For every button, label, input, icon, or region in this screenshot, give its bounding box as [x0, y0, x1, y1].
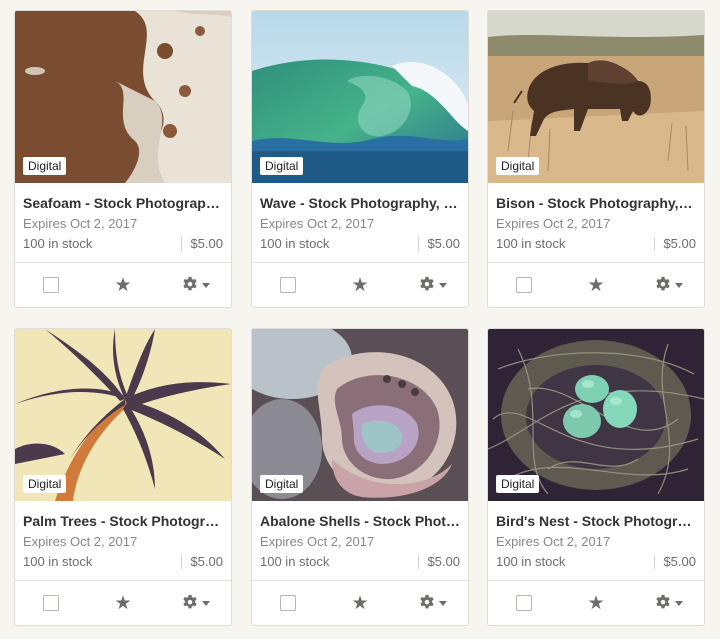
settings-menu-button[interactable]: [159, 594, 231, 612]
listing-price: $5.00: [181, 237, 223, 251]
listing-expiry: Expires Oct 2, 2017: [496, 534, 611, 549]
listing-stock: 100 in stock: [496, 554, 566, 569]
listing-price: $5.00: [654, 555, 696, 569]
listing-card[interactable]: Digital Abalone Shells - Stock Photograp…: [251, 328, 469, 626]
star-icon[interactable]: ★: [114, 276, 131, 295]
listing-card[interactable]: Digital Palm Trees - Stock Photography, …: [14, 328, 232, 626]
listing-image-wave[interactable]: Digital: [252, 11, 468, 183]
listing-stock: 100 in stock: [260, 554, 330, 569]
listing-title[interactable]: Bison - Stock Photography, Digital: [496, 195, 696, 211]
star-icon[interactable]: ★: [351, 276, 368, 295]
listing-card[interactable]: Digital Bison - Stock Photography, Digit…: [487, 10, 705, 308]
caret-down-icon: [201, 282, 210, 288]
listing-type-badge: Digital: [496, 157, 540, 175]
listing-image-abalone-shells[interactable]: Digital: [252, 329, 468, 501]
checkbox-icon[interactable]: [43, 595, 59, 611]
star-icon[interactable]: ★: [587, 594, 604, 613]
listing-title[interactable]: Bird's Nest - Stock Photography, Digital: [496, 513, 696, 529]
star-icon[interactable]: ★: [351, 594, 368, 613]
listing-expiry: Expires Oct 2, 2017: [260, 534, 375, 549]
listing-title[interactable]: Palm Trees - Stock Photography, Digital: [23, 513, 223, 529]
gear-icon: [182, 594, 197, 609]
listing-expiry: Expires Oct 2, 2017: [23, 534, 138, 549]
listing-type-badge: Digital: [23, 157, 67, 175]
listing-stock: 100 in stock: [496, 236, 566, 251]
checkbox-icon[interactable]: [516, 277, 532, 293]
gear-icon: [655, 276, 670, 291]
listing-image-birds-nest[interactable]: Digital: [488, 329, 704, 501]
gear-icon: [655, 594, 670, 609]
caret-down-icon: [201, 600, 210, 606]
checkbox-icon[interactable]: [280, 595, 296, 611]
listing-type-badge: Digital: [496, 475, 540, 493]
listing-type-badge: Digital: [260, 157, 304, 175]
settings-menu-button[interactable]: [396, 594, 468, 612]
settings-menu-button[interactable]: [159, 276, 231, 294]
caret-down-icon: [674, 600, 683, 606]
listing-image-palm-trees[interactable]: Digital: [15, 329, 231, 501]
checkbox-icon[interactable]: [516, 595, 532, 611]
checkbox-icon[interactable]: [280, 277, 296, 293]
caret-down-icon: [438, 600, 447, 606]
settings-menu-button[interactable]: [396, 276, 468, 294]
caret-down-icon: [674, 282, 683, 288]
listing-expiry: Expires Oct 2, 2017: [260, 216, 375, 231]
checkbox-icon[interactable]: [43, 277, 59, 293]
listing-price: $5.00: [654, 237, 696, 251]
listing-card[interactable]: Digital Seafoam - Stock Photography, Dig…: [14, 10, 232, 308]
listing-image-seafoam[interactable]: Digital: [15, 11, 231, 183]
star-icon[interactable]: ★: [114, 594, 131, 613]
listing-price: $5.00: [418, 237, 460, 251]
listing-expiry: Expires Oct 2, 2017: [496, 216, 611, 231]
listing-title[interactable]: Seafoam - Stock Photography, Digital: [23, 195, 223, 211]
listing-card[interactable]: Digital Wave - Stock Photography, Digita…: [251, 10, 469, 308]
settings-menu-button[interactable]: [632, 276, 704, 294]
gear-icon: [419, 276, 434, 291]
listing-type-badge: Digital: [260, 475, 304, 493]
gear-icon: [182, 276, 197, 291]
listing-stock: 100 in stock: [23, 554, 93, 569]
listing-card[interactable]: Digital Bird's Nest - Stock Photography,…: [487, 328, 705, 626]
listing-price: $5.00: [418, 555, 460, 569]
listing-title[interactable]: Wave - Stock Photography, Digital: [260, 195, 460, 211]
listing-stock: 100 in stock: [260, 236, 330, 251]
caret-down-icon: [438, 282, 447, 288]
listing-image-bison[interactable]: Digital: [488, 11, 704, 183]
listing-price: $5.00: [181, 555, 223, 569]
listing-type-badge: Digital: [23, 475, 67, 493]
settings-menu-button[interactable]: [632, 594, 704, 612]
gear-icon: [419, 594, 434, 609]
listing-expiry: Expires Oct 2, 2017: [23, 216, 138, 231]
star-icon[interactable]: ★: [587, 276, 604, 295]
listing-title[interactable]: Abalone Shells - Stock Photography, Digi…: [260, 513, 460, 529]
listing-stock: 100 in stock: [23, 236, 93, 251]
